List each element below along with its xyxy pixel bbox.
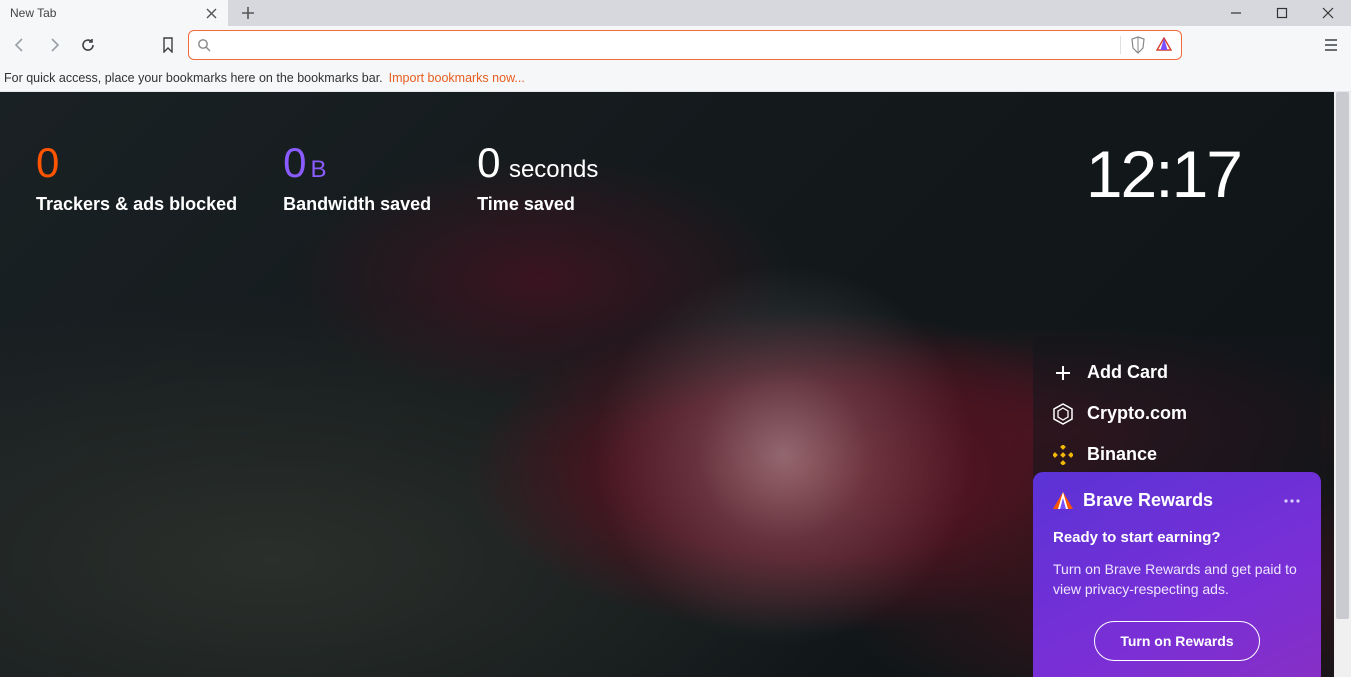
clock: 12:17 — [1086, 136, 1241, 212]
tab-new-tab[interactable]: New Tab — [0, 0, 228, 26]
rewards-title: Brave Rewards — [1083, 490, 1273, 511]
address-bar[interactable] — [188, 30, 1182, 60]
rewards-button-label: Turn on Rewards — [1120, 633, 1233, 649]
stat-label: Trackers & ads blocked — [36, 194, 237, 215]
tab-title: New Tab — [10, 6, 196, 20]
stat-label: Time saved — [477, 194, 598, 215]
add-card-button[interactable]: Add Card — [1053, 352, 1301, 393]
rewards-header: Brave Rewards — [1053, 490, 1301, 511]
stat-value: 0 — [477, 139, 500, 186]
turn-on-rewards-button[interactable]: Turn on Rewards — [1094, 621, 1260, 661]
new-tab-button[interactable] — [234, 0, 262, 27]
tab-strip: New Tab — [0, 0, 1351, 26]
binance-icon — [1053, 445, 1073, 465]
close-icon[interactable] — [204, 6, 218, 20]
add-card-label: Add Card — [1087, 362, 1168, 383]
scrollbar-thumb[interactable] — [1336, 92, 1349, 619]
minimize-button[interactable] — [1213, 0, 1259, 26]
rewards-panel: Brave Rewards Ready to start earning? Tu… — [1033, 472, 1321, 677]
card-label: Binance — [1087, 444, 1157, 465]
new-tab-page: 0 Trackers & ads blocked 0B Bandwidth sa… — [0, 92, 1351, 677]
stat-time: 0 seconds Time saved — [477, 142, 598, 215]
cards-panel: Add Card Crypto.com Binance — [1033, 336, 1321, 485]
stat-bandwidth: 0B Bandwidth saved — [283, 142, 431, 215]
maximize-button[interactable] — [1259, 0, 1305, 26]
plus-icon — [1053, 363, 1073, 383]
bookmark-button[interactable] — [154, 31, 182, 59]
rewards-body: Turn on Brave Rewards and get paid to vi… — [1053, 560, 1301, 599]
toolbar — [0, 26, 1351, 64]
rewards-subtitle: Ready to start earning? — [1053, 529, 1301, 546]
stat-unit: B — [310, 156, 326, 183]
crypto-com-icon — [1053, 404, 1073, 424]
scrollbar[interactable] — [1334, 92, 1351, 677]
card-label: Crypto.com — [1087, 403, 1187, 424]
window-controls — [1213, 0, 1351, 26]
stat-value: 0 — [283, 139, 306, 186]
import-bookmarks-link[interactable]: Import bookmarks now... — [389, 71, 525, 85]
search-icon — [197, 38, 211, 52]
stat-label: Bandwidth saved — [283, 194, 431, 215]
card-crypto-com[interactable]: Crypto.com — [1053, 393, 1301, 434]
more-icon[interactable] — [1283, 498, 1301, 504]
address-input[interactable] — [219, 31, 1112, 59]
stat-trackers: 0 Trackers & ads blocked — [36, 142, 237, 215]
main-menu-button[interactable] — [1317, 31, 1345, 59]
brave-rewards-icon[interactable] — [1155, 36, 1173, 54]
window-close-button[interactable] — [1305, 0, 1351, 26]
reload-button[interactable] — [74, 31, 102, 59]
stats-row: 0 Trackers & ads blocked 0B Bandwidth sa… — [36, 142, 598, 215]
bat-icon — [1053, 492, 1073, 510]
card-binance[interactable]: Binance — [1053, 434, 1301, 475]
back-button[interactable] — [6, 31, 34, 59]
omnibox-right-icons — [1120, 36, 1173, 54]
bookmarks-hint: For quick access, place your bookmarks h… — [4, 71, 383, 85]
stat-value: 0 — [36, 142, 237, 184]
stat-unit: seconds — [509, 156, 598, 183]
forward-button[interactable] — [40, 31, 68, 59]
bookmarks-bar: For quick access, place your bookmarks h… — [0, 64, 1351, 92]
brave-shields-icon[interactable] — [1129, 36, 1147, 54]
